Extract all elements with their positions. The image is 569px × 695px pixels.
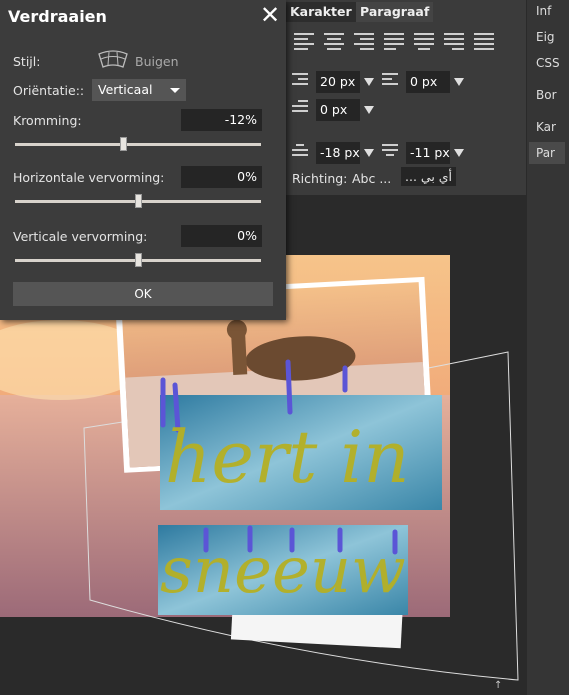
- orientation-select[interactable]: Verticaal: [92, 79, 186, 101]
- indent-left-icon: [292, 73, 308, 91]
- orientation-value: Verticaal: [98, 82, 153, 97]
- space-before-icon: [292, 144, 308, 162]
- ok-button[interactable]: OK: [13, 282, 273, 306]
- indent-left-dropdown[interactable]: [364, 78, 374, 86]
- side-tab-bor[interactable]: Bor: [529, 84, 565, 106]
- horizontal-distortion-thumb[interactable]: [135, 194, 142, 208]
- indent-right-dropdown[interactable]: [454, 78, 464, 86]
- vertical-distortion-slider[interactable]: [15, 253, 261, 267]
- side-tab-inf[interactable]: Inf: [529, 0, 565, 22]
- curvature-input[interactable]: -12%: [181, 109, 262, 131]
- justify-center-icon[interactable]: [414, 33, 434, 51]
- curvature-slider[interactable]: [15, 137, 261, 151]
- style-value[interactable]: Buigen: [135, 54, 179, 69]
- indent-left-input[interactable]: 20 px: [316, 71, 360, 93]
- curvature-label: Kromming:: [13, 113, 82, 128]
- direction-ltr-button[interactable]: Abc ...: [352, 171, 391, 186]
- bend-style-icon[interactable]: [97, 50, 129, 70]
- side-tab-par[interactable]: Par: [529, 142, 565, 164]
- style-label: Stijl:: [13, 54, 41, 69]
- align-left-icon[interactable]: [294, 33, 314, 51]
- dialog-title: Verdraaien: [8, 7, 107, 26]
- canvas-text-line1[interactable]: hert in: [165, 415, 410, 499]
- dialog-titlebar[interactable]: Verdraaien ✕: [0, 0, 286, 34]
- direction-label: Richting:: [292, 171, 348, 186]
- warp-dialog: Verdraaien ✕ Stijl: Buigen Oriëntatie:: …: [0, 0, 286, 320]
- orientation-label: Oriëntatie::: [13, 83, 85, 98]
- vertical-distortion-thumb[interactable]: [135, 253, 142, 267]
- justify-left-icon[interactable]: [384, 33, 404, 51]
- horizontal-distortion-input[interactable]: 0%: [181, 166, 262, 188]
- tab-karakter[interactable]: Karakter: [286, 2, 356, 22]
- paragraph-panel: Karakter Paragraaf 20 px 0 px 0 px -18 p…: [286, 0, 526, 195]
- indent-first-line-icon: [292, 100, 308, 118]
- close-icon[interactable]: ✕: [258, 3, 282, 27]
- side-tab-kar[interactable]: Kar: [529, 116, 565, 138]
- indent-right-input[interactable]: 0 px: [406, 71, 450, 93]
- space-after-input[interactable]: -11 px: [406, 142, 450, 164]
- horizontal-distortion-slider[interactable]: [15, 194, 261, 208]
- indent-right-icon: [382, 73, 398, 91]
- space-before-input[interactable]: -18 px: [316, 142, 360, 164]
- chevron-down-icon: [170, 88, 180, 93]
- indent-first-line-dropdown[interactable]: [364, 106, 374, 114]
- curvature-track: [15, 143, 261, 146]
- vertical-distortion-input[interactable]: 0%: [181, 225, 262, 247]
- direction-rtl-button[interactable]: ... أي بي: [401, 167, 457, 186]
- tab-paragraaf[interactable]: Paragraaf: [356, 2, 434, 22]
- align-center-icon[interactable]: [324, 33, 344, 51]
- indent-first-line-input[interactable]: 0 px: [316, 99, 360, 121]
- curvature-thumb[interactable]: [120, 137, 128, 151]
- space-after-dropdown[interactable]: [454, 149, 464, 157]
- space-before-dropdown[interactable]: [364, 149, 374, 157]
- justify-right-icon[interactable]: [444, 33, 464, 51]
- align-right-icon[interactable]: [354, 33, 374, 51]
- side-tab-css[interactable]: CSS: [529, 52, 565, 74]
- space-after-icon: [382, 144, 398, 162]
- svg-text:↑: ↑: [494, 680, 502, 691]
- horizontal-distortion-label: Horizontale vervorming:: [13, 170, 165, 185]
- canvas-text-line2[interactable]: sneeuw: [160, 534, 406, 608]
- side-tab-eig[interactable]: Eig: [529, 26, 565, 48]
- vertical-distortion-label: Verticale vervorming:: [13, 229, 148, 244]
- justify-all-icon[interactable]: [474, 33, 494, 51]
